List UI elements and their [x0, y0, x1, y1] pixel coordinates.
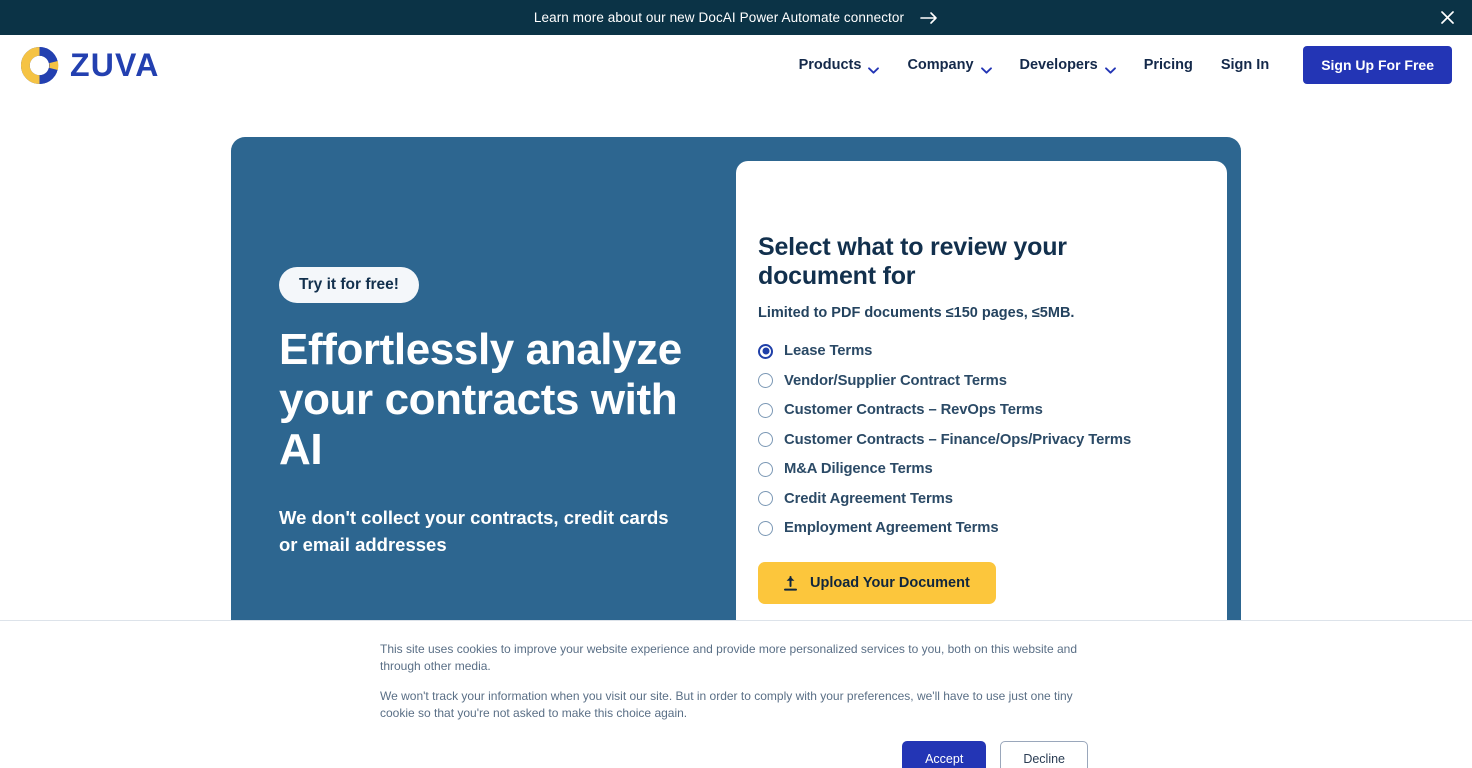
nav-label: Products — [798, 57, 862, 73]
upload-icon — [784, 575, 797, 591]
radio-label: Vendor/Supplier Contract Terms — [784, 372, 1007, 389]
main-nav: Products Company Developers Pricing Sign… — [785, 46, 1452, 84]
radio-option-credit-agreement[interactable]: Credit Agreement Terms — [758, 491, 1187, 507]
cookie-paragraph-2: We won't track your information when you… — [380, 688, 1073, 721]
close-icon[interactable] — [1434, 5, 1460, 31]
nav-item-sign-in[interactable]: Sign In — [1207, 49, 1283, 81]
announcement-bar: Learn more about our new DocAI Power Aut… — [0, 0, 1472, 35]
card-subtitle: Limited to PDF documents ≤150 pages, ≤5M… — [758, 305, 1075, 321]
radio-label: Customer Contracts – RevOps Terms — [784, 402, 1043, 418]
radio-indicator[interactable] — [758, 402, 773, 418]
nav-item-company[interactable]: Company — [893, 49, 1005, 81]
radio-option-employment-agreement[interactable]: Employment Agreement Terms — [758, 520, 1187, 536]
chevron-down-icon — [868, 62, 880, 74]
radio-option-customer-finance-ops-privacy[interactable]: Customer Contracts – Finance/Ops/Privacy… — [758, 432, 1187, 448]
cookie-actions: Accept Decline — [380, 740, 1092, 768]
radio-label: Customer Contracts – Finance/Ops/Privacy… — [784, 431, 1132, 448]
logo[interactable]: ZUVA — [20, 46, 160, 85]
radio-option-ma-diligence[interactable]: M&A Diligence Terms — [758, 461, 1187, 477]
review-options-group: Lease Terms Vendor/Supplier Contract Ter… — [758, 343, 1187, 536]
announcement-text: Learn more about our new DocAI Power Aut… — [533, 10, 905, 25]
nav-label: Pricing — [1143, 57, 1193, 73]
radio-option-vendor-supplier[interactable]: Vendor/Supplier Contract Terms — [758, 373, 1187, 389]
hero-left-column: Try it for free! Effortlessly analyze yo… — [231, 137, 736, 703]
hero-panel: Try it for free! Effortlessly analyze yo… — [231, 137, 1241, 703]
nav-label: Sign In — [1220, 57, 1270, 73]
site-header: ZUVA Products Company Developers Pricing… — [0, 35, 1472, 95]
nav-label: Developers — [1019, 57, 1098, 73]
radio-label: Credit Agreement Terms — [784, 490, 953, 507]
radio-indicator[interactable] — [758, 373, 773, 388]
radio-option-customer-revops[interactable]: Customer Contracts – RevOps Terms — [758, 402, 1187, 418]
document-review-card: Select what to review your document for … — [736, 161, 1227, 679]
radio-indicator[interactable] — [758, 432, 773, 447]
nav-label: Company — [907, 57, 974, 73]
chevron-down-icon — [1104, 62, 1116, 74]
cookie-decline-button[interactable]: Decline — [1000, 740, 1088, 768]
try-free-badge: Try it for free! — [279, 267, 419, 303]
cookie-consent-banner: This site uses cookies to improve your w… — [0, 620, 1472, 768]
nav-item-developers[interactable]: Developers — [1006, 49, 1130, 81]
radio-label: Employment Agreement Terms — [784, 520, 999, 536]
arrow-right-icon — [920, 11, 938, 25]
chevron-down-icon — [980, 62, 992, 74]
card-title: Select what to review your document for — [758, 233, 1067, 290]
hero-section: Try it for free! Effortlessly analyze yo… — [0, 95, 1472, 703]
hero-right-column: Select what to review your document for … — [736, 137, 1241, 703]
sign-up-button[interactable]: Sign Up For Free — [1303, 46, 1452, 84]
radio-indicator[interactable] — [758, 491, 773, 506]
upload-button-label: Upload Your Document — [810, 575, 970, 591]
cookie-accept-button[interactable]: Accept — [902, 740, 987, 768]
nav-item-products[interactable]: Products — [785, 49, 894, 81]
announcement-link[interactable]: Learn more about our new DocAI Power Aut… — [534, 10, 938, 25]
cookie-paragraph-1: This site uses cookies to improve your w… — [380, 642, 1078, 674]
radio-indicator-selected[interactable] — [758, 343, 773, 359]
zuva-ring-icon — [20, 46, 59, 85]
hero-subtitle: We don't collect your contracts, credit … — [279, 507, 669, 555]
radio-label: Lease Terms — [784, 343, 873, 359]
radio-indicator[interactable] — [758, 520, 773, 536]
radio-indicator[interactable] — [758, 461, 773, 477]
logo-wordmark: ZUVA — [70, 47, 160, 83]
upload-document-button[interactable]: Upload Your Document — [758, 562, 996, 604]
radio-option-lease-terms[interactable]: Lease Terms — [758, 343, 1187, 359]
nav-item-pricing[interactable]: Pricing — [1130, 49, 1207, 81]
radio-label: M&A Diligence Terms — [784, 461, 933, 477]
hero-title: Effortlessly analyze your contracts with… — [279, 325, 682, 475]
